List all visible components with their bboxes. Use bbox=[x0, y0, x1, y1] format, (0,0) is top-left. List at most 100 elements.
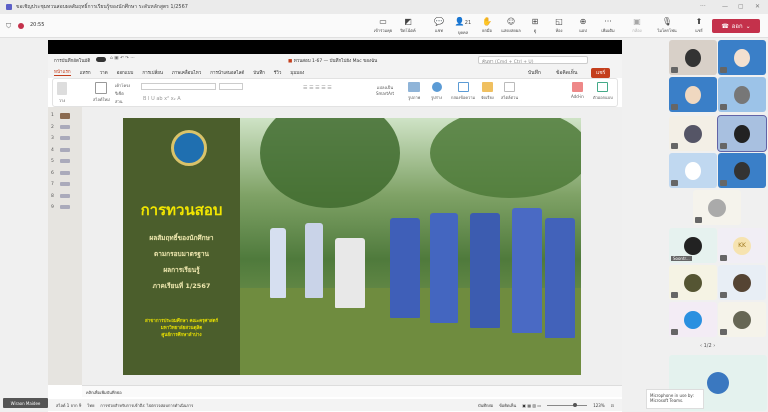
leave-label: ออก bbox=[731, 23, 743, 30]
font-size-select[interactable] bbox=[219, 83, 243, 90]
ribbon-tab[interactable]: การนำเสนอสไลด์ bbox=[210, 69, 244, 76]
close-button[interactable]: ✕ bbox=[755, 3, 760, 10]
more-icon[interactable]: ··· bbox=[700, 3, 706, 10]
phone-icon: ☎ bbox=[721, 22, 729, 30]
participant-tile[interactable] bbox=[669, 265, 717, 300]
share-button[interactable]: ⬆ แชร์ bbox=[688, 16, 710, 34]
comments-button[interactable]: ข้อคิดเห็น bbox=[556, 69, 577, 77]
prev-page-button[interactable]: ‹ bbox=[700, 343, 702, 349]
paste-button[interactable]: วาง bbox=[57, 82, 67, 104]
ribbon-tab[interactable]: การเปลี่ยน bbox=[142, 69, 163, 76]
textbox-button[interactable]: กล่องข้อความ bbox=[451, 82, 475, 101]
view-buttons[interactable]: ▣ ▦ ▥ ▭ bbox=[522, 403, 541, 408]
notes-toggle[interactable]: บันทึกย่อ bbox=[478, 402, 493, 409]
ribbon-tab[interactable]: มุมมอง bbox=[290, 69, 304, 76]
arrange-button[interactable]: จัดเรียง bbox=[481, 82, 494, 101]
reset-button[interactable]: รีเซ็ต bbox=[115, 90, 124, 97]
font-format-buttons[interactable]: B I U ab x² x₂ A bbox=[143, 96, 181, 102]
next-page-button[interactable]: › bbox=[713, 343, 715, 349]
ribbon-tab[interactable]: หน้าแรก bbox=[54, 68, 71, 76]
maximize-button[interactable]: ▢ bbox=[738, 3, 744, 10]
comments-toggle[interactable]: ข้อคิดเห็น bbox=[499, 402, 516, 409]
participant-tile[interactable]: Soontr... bbox=[669, 228, 717, 263]
participant-tile[interactable] bbox=[718, 40, 766, 75]
participant-tile[interactable] bbox=[718, 77, 766, 112]
zoom-slider[interactable] bbox=[547, 402, 588, 407]
avatar bbox=[684, 273, 702, 292]
addins-button[interactable]: Add-in bbox=[571, 82, 584, 99]
people-button[interactable]: 👤21 บุคคล bbox=[452, 16, 474, 36]
font-name-select[interactable] bbox=[141, 83, 216, 90]
camera-off-button[interactable]: ▣ กล้อง bbox=[626, 16, 648, 34]
participant-tile[interactable] bbox=[693, 190, 741, 225]
slide-thumbnail[interactable]: 1 bbox=[51, 113, 70, 119]
leave-button[interactable]: ☎ ออก ⌄ bbox=[712, 19, 760, 33]
slide-thumbnail[interactable]: 2 bbox=[51, 124, 70, 130]
designer-button[interactable]: ตัวออกแบบ bbox=[593, 82, 613, 101]
participant-tile[interactable] bbox=[718, 302, 766, 337]
gallery-pager: ‹ 1/2 › bbox=[700, 343, 715, 349]
participant-tile[interactable] bbox=[669, 153, 717, 188]
mic-off-button[interactable]: 🎙 ไมโครโฟน bbox=[656, 16, 678, 34]
mic-muted-icon bbox=[720, 255, 727, 261]
apps-icon: ⊕ bbox=[579, 17, 587, 26]
ribbon-tab[interactable]: รีวิว bbox=[274, 69, 281, 76]
picture-button[interactable]: รูปภาพ bbox=[408, 82, 420, 101]
mic-muted-icon bbox=[671, 292, 678, 298]
slide-title: การทวนสอบ bbox=[140, 201, 223, 219]
mic-off-icon: 🎙 bbox=[661, 17, 673, 26]
chat-button[interactable]: 💬 แชท bbox=[428, 16, 450, 34]
whiteboard-button[interactable]: ◩ ปิดโน้ตค์ bbox=[397, 16, 419, 34]
notes-input[interactable]: คลิกเพื่อเพิ่มบันทึกย่อ bbox=[82, 385, 622, 397]
participant-tile[interactable] bbox=[669, 77, 717, 112]
apps-button[interactable]: ⊕ แอป bbox=[572, 16, 594, 34]
autosave-toggle[interactable] bbox=[96, 57, 106, 62]
chat-join-button[interactable]: ▭ เข้าร่วมคุย bbox=[372, 16, 394, 34]
quick-styles-button[interactable]: สไตล์ด่วน bbox=[501, 82, 518, 101]
slide-thumbnail[interactable]: 3 bbox=[51, 136, 70, 141]
document-title: ■ ทวนสอบ 1-67 — บันทึกไปยัง Mac ของฉัน bbox=[288, 59, 378, 64]
slide-thumbnail[interactable]: 8 bbox=[51, 193, 70, 199]
section-button[interactable]: ส่วน bbox=[115, 98, 122, 105]
accessibility-status[interactable]: การช่วยสำหรับการเข้าถึง: ไปตรวจสอบการดำเ… bbox=[100, 402, 193, 409]
rooms-button[interactable]: ◱ ห้อง bbox=[548, 16, 570, 34]
minimize-button[interactable]: — bbox=[722, 3, 728, 10]
ribbon-tab[interactable]: ภาพเคลื่อนไหว bbox=[172, 69, 201, 76]
view-button[interactable]: ⊞ ดู bbox=[524, 16, 546, 34]
ribbon-tab[interactable]: บันทึก bbox=[253, 69, 265, 76]
fit-slide-icon[interactable]: ⊡ bbox=[611, 403, 614, 408]
more-button[interactable]: ··· เพิ่มเติม bbox=[597, 16, 619, 34]
avatar bbox=[685, 161, 701, 180]
zoom-level[interactable]: 123% bbox=[593, 403, 604, 408]
slide-thumbnail[interactable]: 9 bbox=[51, 205, 70, 210]
slide[interactable]: การทวนสอบ ผลสัมฤทธิ์ของนักศึกษา ตามกรอบม… bbox=[123, 118, 581, 375]
mic-muted-icon bbox=[671, 143, 678, 149]
participant-tile[interactable]: KK bbox=[718, 228, 766, 263]
participant-tile[interactable] bbox=[717, 115, 767, 152]
window-titlebar: ขอเชิญประชุมทวนสอบผลสัมฤทธิ์การเรียนรู้ข… bbox=[0, 0, 768, 14]
search-input[interactable]: ค้นหา (Cmd + Ctrl + U) bbox=[478, 56, 588, 65]
react-button[interactable]: ☺ แสดงสดผล bbox=[500, 16, 522, 34]
layout-button[interactable]: เค้าโครง bbox=[115, 82, 130, 89]
slide-thumbnail[interactable]: 6 bbox=[51, 170, 70, 176]
slide-thumbnail[interactable]: 4 bbox=[51, 147, 70, 153]
slide-thumbnail[interactable]: 5 bbox=[51, 159, 70, 164]
record-button[interactable]: บันทึก bbox=[528, 69, 541, 77]
ribbon-tab[interactable]: ออกแบบ bbox=[117, 69, 134, 76]
participant-tile[interactable] bbox=[718, 153, 766, 188]
smartart-button[interactable]: แปลงเป็น SmartArt bbox=[373, 84, 397, 96]
paragraph-buttons[interactable]: ☰ ☰ ☰ ☰ ☰ bbox=[303, 85, 332, 91]
ppt-share-button[interactable]: แชร์ bbox=[591, 68, 611, 78]
participant-tile[interactable] bbox=[718, 265, 766, 300]
home-icon[interactable]: ⌂ ▣ ↶ ↷ ··· bbox=[110, 56, 135, 61]
participant-tile[interactable] bbox=[669, 302, 717, 337]
shapes-button[interactable]: รูปร่าง bbox=[431, 82, 442, 101]
slide-thumbnail[interactable]: 7 bbox=[51, 182, 70, 187]
ribbon-tab[interactable]: วาด bbox=[100, 69, 108, 76]
new-slide-button[interactable]: สไลด์ใหม่ bbox=[93, 82, 110, 103]
people-icon: 👤21 bbox=[454, 17, 472, 26]
ribbon-tab[interactable]: แทรก bbox=[80, 69, 91, 76]
participant-tile[interactable] bbox=[669, 40, 717, 75]
raise-hand-button[interactable]: ✋ ยกมือ bbox=[476, 16, 498, 34]
participant-tile[interactable] bbox=[669, 116, 717, 151]
